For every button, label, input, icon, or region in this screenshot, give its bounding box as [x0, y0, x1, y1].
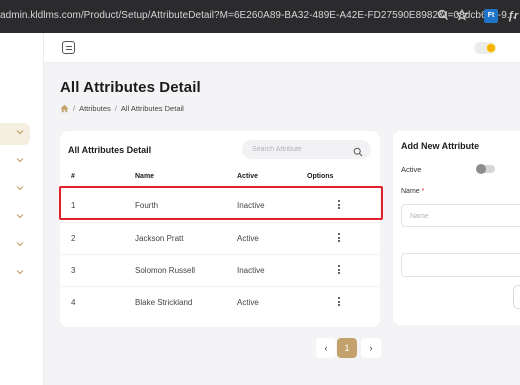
search-box — [242, 140, 371, 159]
add-attribute-card: Add New Attribute Active Name * — [393, 131, 520, 325]
table-row[interactable]: 3 Solomon Russell Inactive — [60, 255, 380, 287]
active-toggle[interactable] — [476, 164, 495, 174]
sidebar-item[interactable] — [0, 207, 30, 229]
breadcrumb-separator: / — [114, 104, 117, 113]
column-header-number: # — [71, 173, 75, 180]
breadcrumb: / Attributes / All Attributes Detail — [60, 104, 184, 113]
sidebar-item[interactable] — [0, 151, 30, 173]
chevron-down-icon — [16, 212, 24, 220]
search-icon[interactable] — [353, 144, 363, 157]
table-row[interactable]: 2 Jackson Pratt Active — [60, 223, 380, 255]
search-input[interactable] — [252, 143, 347, 156]
breadcrumb-current: All Attributes Detail — [120, 104, 184, 113]
sun-icon — [487, 44, 495, 52]
bookmark-star-icon[interactable] — [455, 8, 469, 23]
name-input[interactable] — [410, 210, 510, 222]
card-title: All Attributes Detail — [68, 145, 152, 155]
row-status: Active — [237, 234, 259, 243]
row-name: Solomon Russell — [135, 266, 196, 275]
required-mark: * — [421, 188, 425, 195]
table-row[interactable]: 4 Blake Strickland Active — [60, 287, 380, 319]
column-header-name: Name — [135, 173, 155, 180]
row-number: 3 — [71, 266, 76, 275]
chevron-down-icon — [16, 128, 24, 136]
page-1-button[interactable]: 1 — [337, 338, 357, 358]
column-header-active: Active — [237, 173, 259, 180]
more-options-icon[interactable] — [337, 296, 341, 308]
top-header — [44, 33, 520, 63]
previous-page-button[interactable]: ‹ — [316, 338, 336, 358]
next-page-button[interactable]: › — [361, 338, 381, 358]
zoom-icon[interactable] — [436, 9, 450, 23]
attributes-table-card: All Attributes Detail # Name Active Opti… — [60, 131, 380, 327]
menu-toggle-icon[interactable] — [62, 41, 75, 54]
attribute-value-field[interactable] — [401, 253, 520, 277]
sidebar — [0, 33, 44, 385]
breadcrumb-separator: / — [73, 104, 76, 113]
theme-toggle[interactable] — [474, 42, 496, 54]
row-status: Inactive — [237, 266, 265, 275]
add-attribute-title: Add New Attribute — [401, 141, 480, 151]
chevron-down-icon — [16, 156, 24, 164]
row-number: 4 — [71, 298, 76, 307]
sidebar-item[interactable] — [0, 263, 30, 285]
toggle-knob — [476, 164, 486, 174]
extension-more-icon[interactable]: ƒr — [506, 9, 520, 23]
sidebar-item-product[interactable] — [0, 123, 30, 145]
active-label: Active — [401, 165, 422, 174]
home-icon[interactable] — [60, 104, 69, 113]
sidebar-item[interactable] — [0, 235, 30, 257]
name-field — [401, 204, 520, 227]
row-name: Blake Strickland — [135, 298, 193, 307]
row-highlight-box — [59, 186, 383, 220]
name-label-text: Name — [401, 188, 420, 195]
row-status: Active — [237, 298, 259, 307]
sidebar-item[interactable] — [0, 179, 30, 201]
chevron-down-icon — [16, 184, 24, 192]
column-header-options: Options — [307, 173, 334, 180]
breadcrumb-attributes[interactable]: Attributes — [79, 104, 111, 113]
browser-toolbar: admin.kldlms.com/Product/Setup/Attribute… — [0, 0, 520, 33]
chevron-down-icon — [16, 240, 24, 248]
extension-icon[interactable]: Ft — [484, 9, 498, 23]
row-number: 2 — [71, 234, 76, 243]
chevron-down-icon — [16, 268, 24, 276]
more-options-icon[interactable] — [337, 264, 341, 276]
page-title: All Attributes Detail — [60, 79, 201, 96]
row-name: Jackson Pratt — [135, 234, 184, 243]
more-options-icon[interactable] — [337, 232, 341, 244]
name-label: Name * — [401, 188, 424, 195]
submit-button[interactable] — [513, 285, 520, 309]
